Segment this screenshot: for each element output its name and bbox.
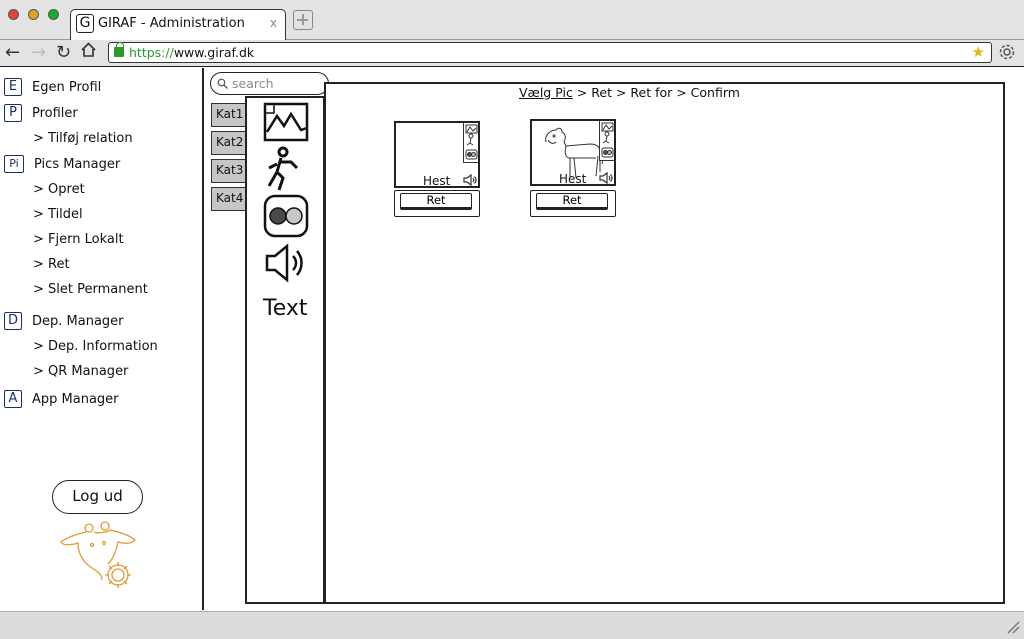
sound-speaker-icon[interactable] bbox=[263, 240, 309, 290]
search-icon bbox=[217, 78, 228, 89]
sidebar-subitem-qr-manager[interactable]: > QR Manager bbox=[33, 364, 128, 379]
speaker-icon[interactable] bbox=[599, 170, 613, 189]
sidebar-item-profiler[interactable]: P Profiler bbox=[4, 104, 78, 122]
giraf-favicon-icon: G bbox=[76, 14, 94, 33]
app-manager-badge-icon: A bbox=[4, 390, 22, 408]
url-text: https://www.giraf.dk bbox=[129, 45, 255, 60]
sidebar-item-egen-profil[interactable]: E Egen Profil bbox=[4, 78, 101, 96]
tool-panel: Text bbox=[245, 96, 325, 604]
sidebar-subitem-slet-permanent[interactable]: > Slet Permanent bbox=[33, 282, 148, 297]
sidebar-item-dep-manager[interactable]: D Dep. Manager bbox=[4, 312, 124, 330]
window-close-dot[interactable] bbox=[8, 9, 19, 20]
sidebar-subitem-ret[interactable]: > Ret bbox=[33, 257, 70, 272]
back-arrow-icon[interactable]: ← bbox=[5, 43, 20, 63]
logout-button[interactable]: Log ud bbox=[52, 480, 143, 514]
activity-runner-icon[interactable] bbox=[265, 146, 305, 198]
browser-navbar: ← → ↻ https://www.giraf.dk ★ bbox=[0, 40, 1024, 67]
browser-titlebar: G GIRAF - Administration x bbox=[0, 0, 1024, 41]
speaker-icon[interactable] bbox=[463, 172, 477, 191]
category-tab-kat1[interactable]: Kat1 bbox=[211, 103, 247, 127]
sidebar-item-label: Dep. Manager bbox=[32, 313, 124, 329]
text-tool-label[interactable]: Text bbox=[263, 296, 308, 321]
pictogram-card[interactable]: Hest bbox=[394, 121, 480, 188]
pictogram-label: Hest bbox=[559, 172, 587, 186]
sidebar-subitem-tilfoej-relation[interactable]: > Tilføj relation bbox=[33, 131, 133, 146]
forward-arrow-icon[interactable]: → bbox=[31, 43, 46, 63]
home-icon[interactable] bbox=[80, 41, 97, 63]
tab-title: GIRAF - Administration bbox=[98, 16, 245, 31]
bookmark-star-icon[interactable]: ★ bbox=[972, 43, 985, 61]
category-tab-kat4[interactable]: Kat4 bbox=[211, 187, 247, 211]
giraf-logo-icon bbox=[58, 520, 140, 600]
browser-statusbar bbox=[0, 611, 1024, 639]
address-bar[interactable]: https://www.giraf.dk ★ bbox=[108, 42, 992, 63]
window-minimize-dot[interactable] bbox=[28, 9, 39, 20]
sidebar-item-label: App Manager bbox=[32, 391, 119, 407]
dep-manager-badge-icon: D bbox=[4, 312, 22, 330]
pictogram-card[interactable]: Hest bbox=[530, 119, 616, 186]
resize-grip-icon[interactable] bbox=[1004, 618, 1020, 634]
breadcrumb-link-vaelg-pic[interactable]: Vælg Pic bbox=[519, 85, 573, 100]
settings-gear-icon[interactable] bbox=[998, 43, 1016, 66]
pictogram-badges bbox=[599, 121, 614, 161]
breadcrumb: Vælg Pic > Ret > Ret for > Confirm bbox=[519, 85, 740, 100]
sidebar-item-label: Egen Profil bbox=[32, 79, 102, 95]
sidebar-subitem-fjern-lokalt[interactable]: > Fjern Lokalt bbox=[33, 232, 124, 247]
egen-profil-badge-icon: E bbox=[4, 78, 22, 96]
sidebar-item-pics-manager[interactable]: Pi Pics Manager bbox=[4, 155, 120, 173]
category-tab-kat2[interactable]: Kat2 bbox=[211, 131, 247, 155]
sidebar-item-label: Pics Manager bbox=[34, 156, 121, 172]
ret-button[interactable]: Ret bbox=[400, 193, 472, 210]
pictogram-label: Hest bbox=[423, 174, 451, 188]
reload-icon[interactable]: ↻ bbox=[56, 43, 71, 63]
sidebar-subitem-tildel[interactable]: > Tildel bbox=[33, 207, 83, 222]
sidebar-item-app-manager[interactable]: A App Manager bbox=[4, 390, 119, 408]
new-tab-button[interactable] bbox=[293, 10, 313, 30]
pictogram-badges bbox=[463, 123, 478, 163]
color-tool-icon[interactable] bbox=[263, 194, 309, 242]
tab-close-icon[interactable]: x bbox=[270, 16, 277, 30]
profiler-badge-icon: P bbox=[4, 104, 22, 122]
pics-manager-badge-icon: Pi bbox=[4, 155, 24, 173]
ret-button-frame: Ret bbox=[530, 190, 616, 217]
search-box bbox=[210, 72, 329, 95]
sidebar: E Egen Profil P Profiler > Tilføj relati… bbox=[0, 68, 204, 610]
category-tab-kat3[interactable]: Kat3 bbox=[211, 159, 247, 183]
image-tool-icon[interactable] bbox=[263, 102, 309, 146]
search-input[interactable] bbox=[232, 75, 326, 92]
ret-button[interactable]: Ret bbox=[536, 193, 608, 210]
sidebar-subitem-opret[interactable]: > Opret bbox=[33, 182, 85, 197]
browser-tab[interactable]: G GIRAF - Administration x bbox=[70, 9, 286, 41]
window-maximize-dot[interactable] bbox=[48, 9, 59, 20]
breadcrumb-trail: > Ret > Ret for > Confirm bbox=[572, 85, 740, 100]
lock-icon bbox=[114, 42, 124, 57]
ret-button-frame: Ret bbox=[394, 190, 480, 217]
sidebar-item-label: Profiler bbox=[32, 105, 78, 121]
sidebar-subitem-dep-information[interactable]: > Dep. Information bbox=[33, 339, 158, 354]
